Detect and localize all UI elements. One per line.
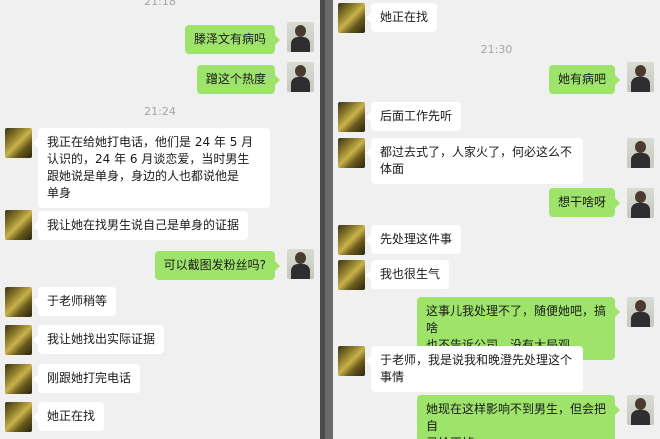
avatar[interactable] (338, 102, 365, 132)
message-row: 刚跟她打完电话 (0, 364, 320, 404)
message-row: 这事儿我处理不了，随便她吧，搞啥 也不告诉公司，没有大局观 (333, 297, 660, 360)
message-row: 她现在这样影响不到男生，但会把自 己给灭掉 (333, 395, 660, 439)
avatar[interactable] (627, 188, 654, 218)
avatar[interactable] (627, 62, 654, 92)
message-bubble[interactable]: 先处理这件事 (365, 225, 462, 254)
chat-screenshot-left: 21:18 滕泽文有病吗 蹭这个热度 21:24 我正在给她打电话，他们是 24… (0, 0, 320, 439)
message-bubble[interactable]: 她现在这样影响不到男生，但会把自 己给灭掉 (417, 395, 620, 439)
panel-divider (325, 0, 333, 439)
message-bubble[interactable]: 后面工作先听 (365, 102, 462, 131)
message-bubble[interactable]: 想干啥呀 (548, 188, 621, 217)
message-bubble[interactable]: 于老师稍等 (32, 287, 117, 316)
message-row: 想干啥呀 (333, 188, 660, 228)
avatar[interactable] (5, 364, 32, 394)
message-bubble[interactable]: 她正在找 (32, 402, 105, 431)
message-row: 我正在给她打电话，他们是 24 年 5 月 认识的，24 年 6 月谈恋爱，当时… (0, 128, 320, 208)
message-bubble[interactable]: 刚跟她打完电话 (32, 364, 141, 393)
message-row: 后面工作先听 (333, 102, 660, 142)
avatar[interactable] (5, 402, 32, 432)
avatar[interactable] (287, 62, 314, 92)
message-bubble[interactable]: 我让她找出实际证据 (32, 325, 165, 354)
timestamp: 21:18 (144, 0, 176, 8)
message-bubble[interactable]: 蹭这个热度 (196, 65, 281, 94)
message-row: 她正在找 (0, 402, 320, 439)
message-row: 蹭这个热度 (0, 62, 320, 102)
message-row: 都过去式了，人家火了，何必这么不 体面 (333, 138, 660, 184)
message-row: 我让她在找男生说自己是单身的证据 (0, 210, 320, 250)
message-bubble[interactable]: 我也很生气 (365, 260, 450, 289)
avatar[interactable] (5, 325, 32, 355)
avatar[interactable] (338, 138, 365, 168)
message-bubble[interactable]: 我正在给她打电话，他们是 24 年 5 月 认识的，24 年 6 月谈恋爱，当时… (33, 128, 270, 208)
message-row: 她有病吧 (333, 62, 660, 102)
avatar[interactable] (627, 395, 654, 425)
timestamp: 21:24 (144, 105, 176, 118)
avatar[interactable] (338, 346, 365, 376)
message-row: 于老师，我是说我和晚澄先处理这个 事情 (333, 346, 660, 392)
message-row: 可以截图发粉丝吗? (0, 249, 320, 289)
message-row: 我也很生气 (333, 260, 660, 300)
avatar[interactable] (338, 260, 365, 290)
avatar[interactable] (627, 138, 654, 168)
message-row: 滕泽文有病吗 (0, 22, 320, 62)
message-bubble[interactable]: 我让她在找男生说自己是单身的证据 (32, 211, 249, 240)
avatar[interactable] (5, 210, 32, 240)
avatar[interactable] (338, 225, 365, 255)
avatar[interactable] (5, 287, 32, 317)
avatar[interactable] (287, 22, 314, 52)
message-row: 我让她找出实际证据 (0, 325, 320, 365)
chat-screenshot-right: 她正在找 21:30 她有病吧 后面工作先听 都过去式了，人家火了，何必这么不 … (333, 0, 660, 439)
avatar[interactable] (627, 297, 654, 327)
message-row: 于老师稍等 (0, 287, 320, 327)
message-row: 先处理这件事 (333, 225, 660, 265)
message-bubble[interactable]: 滕泽文有病吗 (184, 25, 281, 54)
message-bubble[interactable]: 她有病吧 (548, 65, 621, 94)
message-bubble[interactable]: 都过去式了，人家火了，何必这么不 体面 (366, 138, 583, 184)
avatar[interactable] (5, 128, 32, 158)
timestamp: 21:30 (480, 43, 513, 56)
avatar[interactable] (287, 249, 314, 279)
avatar[interactable] (338, 3, 365, 33)
message-bubble[interactable]: 可以截图发粉丝吗? (154, 251, 281, 280)
message-bubble[interactable]: 她正在找 (365, 3, 438, 32)
message-bubble[interactable]: 于老师，我是说我和晚澄先处理这个 事情 (366, 346, 583, 392)
message-row: 她正在找 (333, 3, 660, 43)
